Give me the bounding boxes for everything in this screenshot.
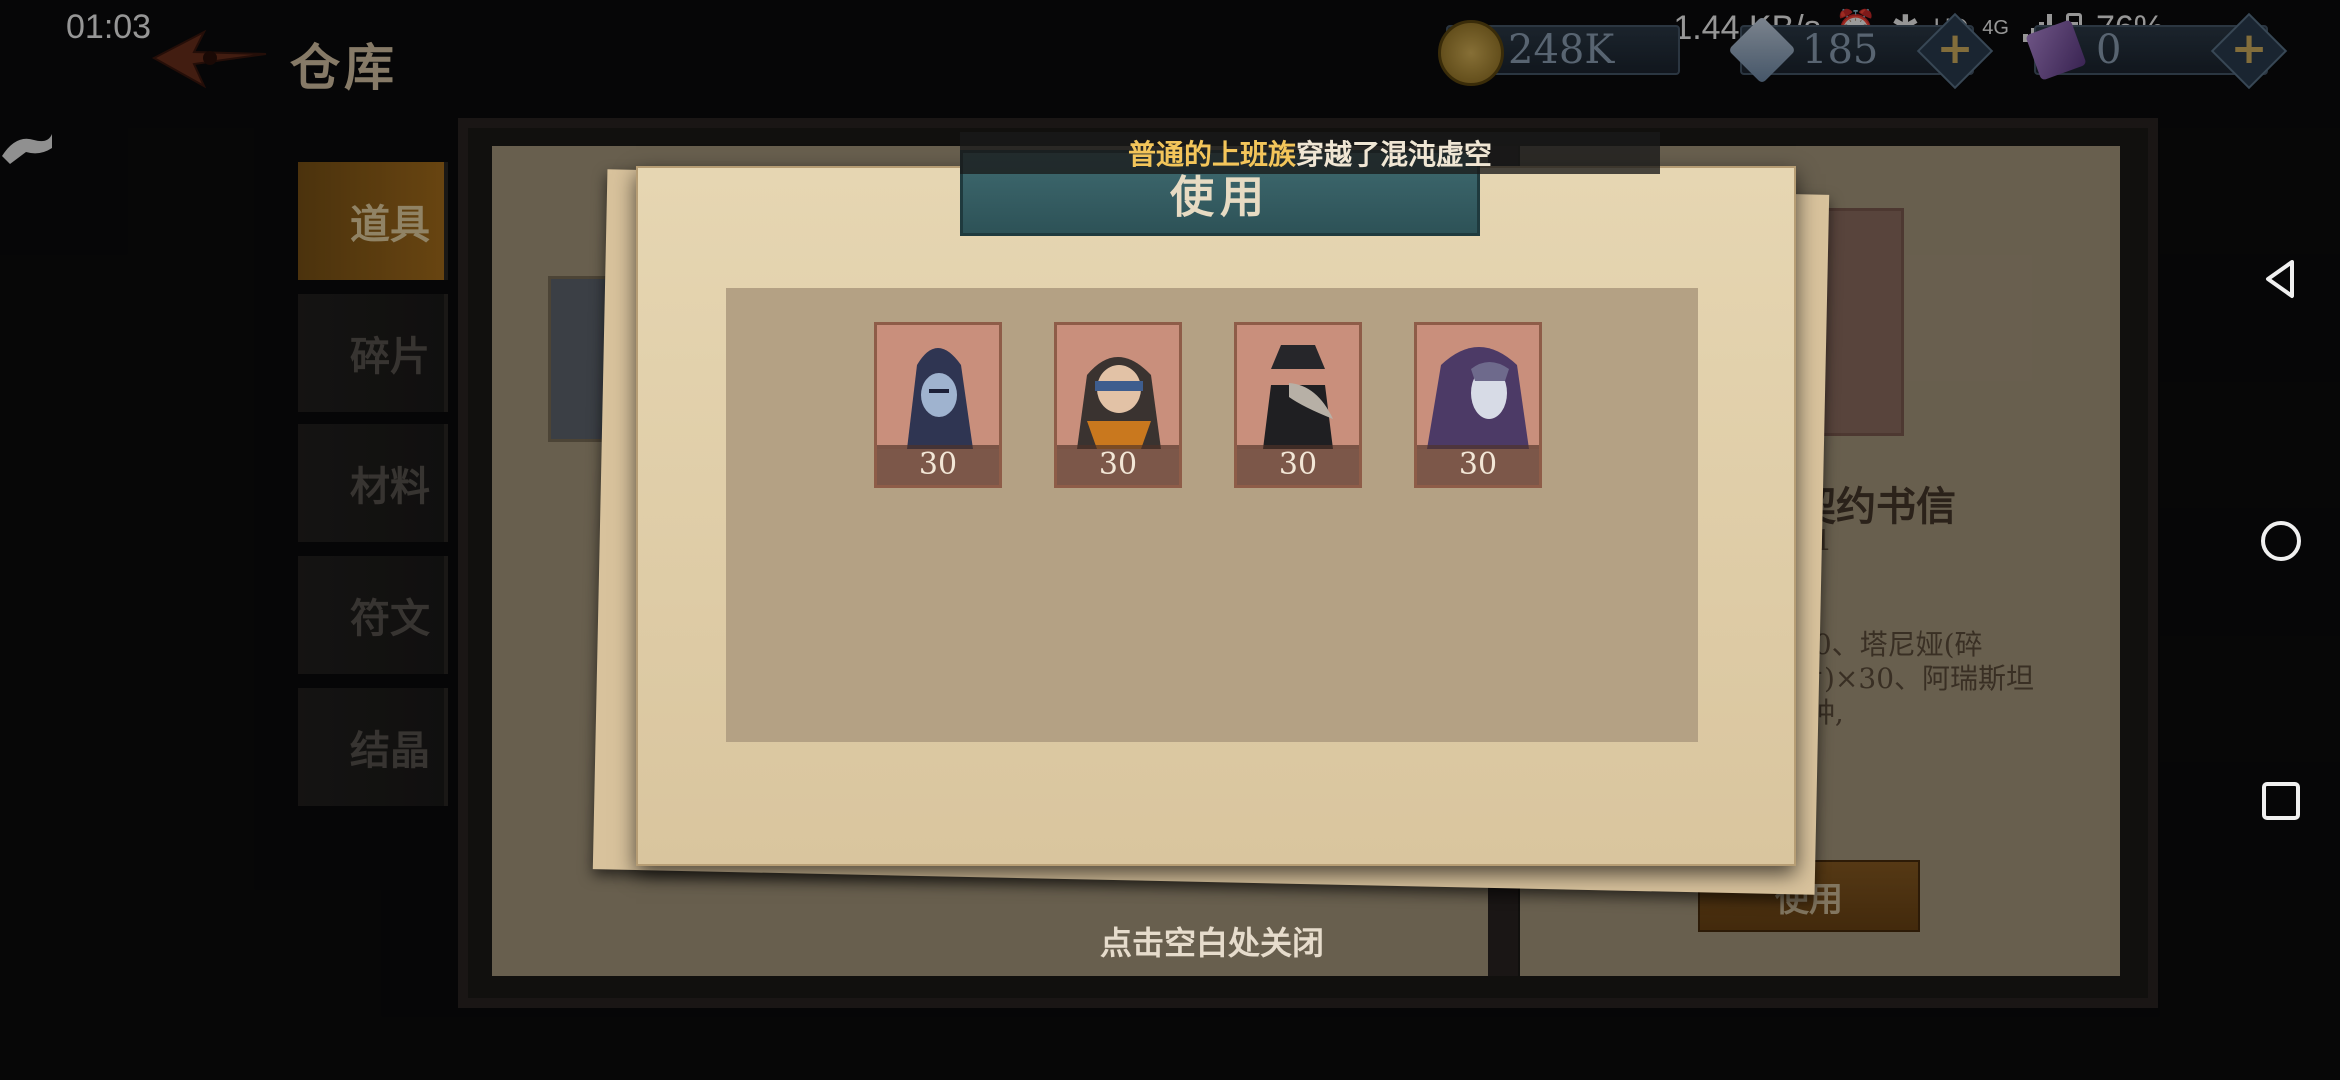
reward-count: 30 <box>1237 445 1359 485</box>
reward-card[interactable]: 30 <box>1234 322 1362 488</box>
reward-count: 30 <box>877 445 999 485</box>
nav-recents-icon[interactable] <box>2258 778 2304 824</box>
purple-cloaked-elder-portrait-icon <box>1417 325 1539 449</box>
nav-back-icon[interactable] <box>2258 256 2304 302</box>
notice-message: 穿越了混沌虚空 <box>1296 138 1493 171</box>
reward-card[interactable]: 30 <box>874 322 1002 488</box>
nav-home-icon[interactable] <box>2258 518 2304 564</box>
notice-player-name: 普通的上班族 <box>1127 138 1296 171</box>
hooded-mage-portrait-icon <box>877 325 999 449</box>
reward-count: 30 <box>1417 445 1539 485</box>
masked-hunter-portrait-icon <box>1057 325 1179 449</box>
reward-card[interactable]: 30 <box>1414 322 1542 488</box>
reward-area <box>726 288 1698 742</box>
close-hint: 点击空白处关闭 <box>1100 924 1325 962</box>
reward-card[interactable]: 30 <box>1054 322 1182 488</box>
broadcast-notice: 普通的上班族 穿越了混沌虚空 <box>960 132 1660 174</box>
reward-count: 30 <box>1057 445 1179 485</box>
plague-doctor-portrait-icon <box>1237 325 1359 449</box>
